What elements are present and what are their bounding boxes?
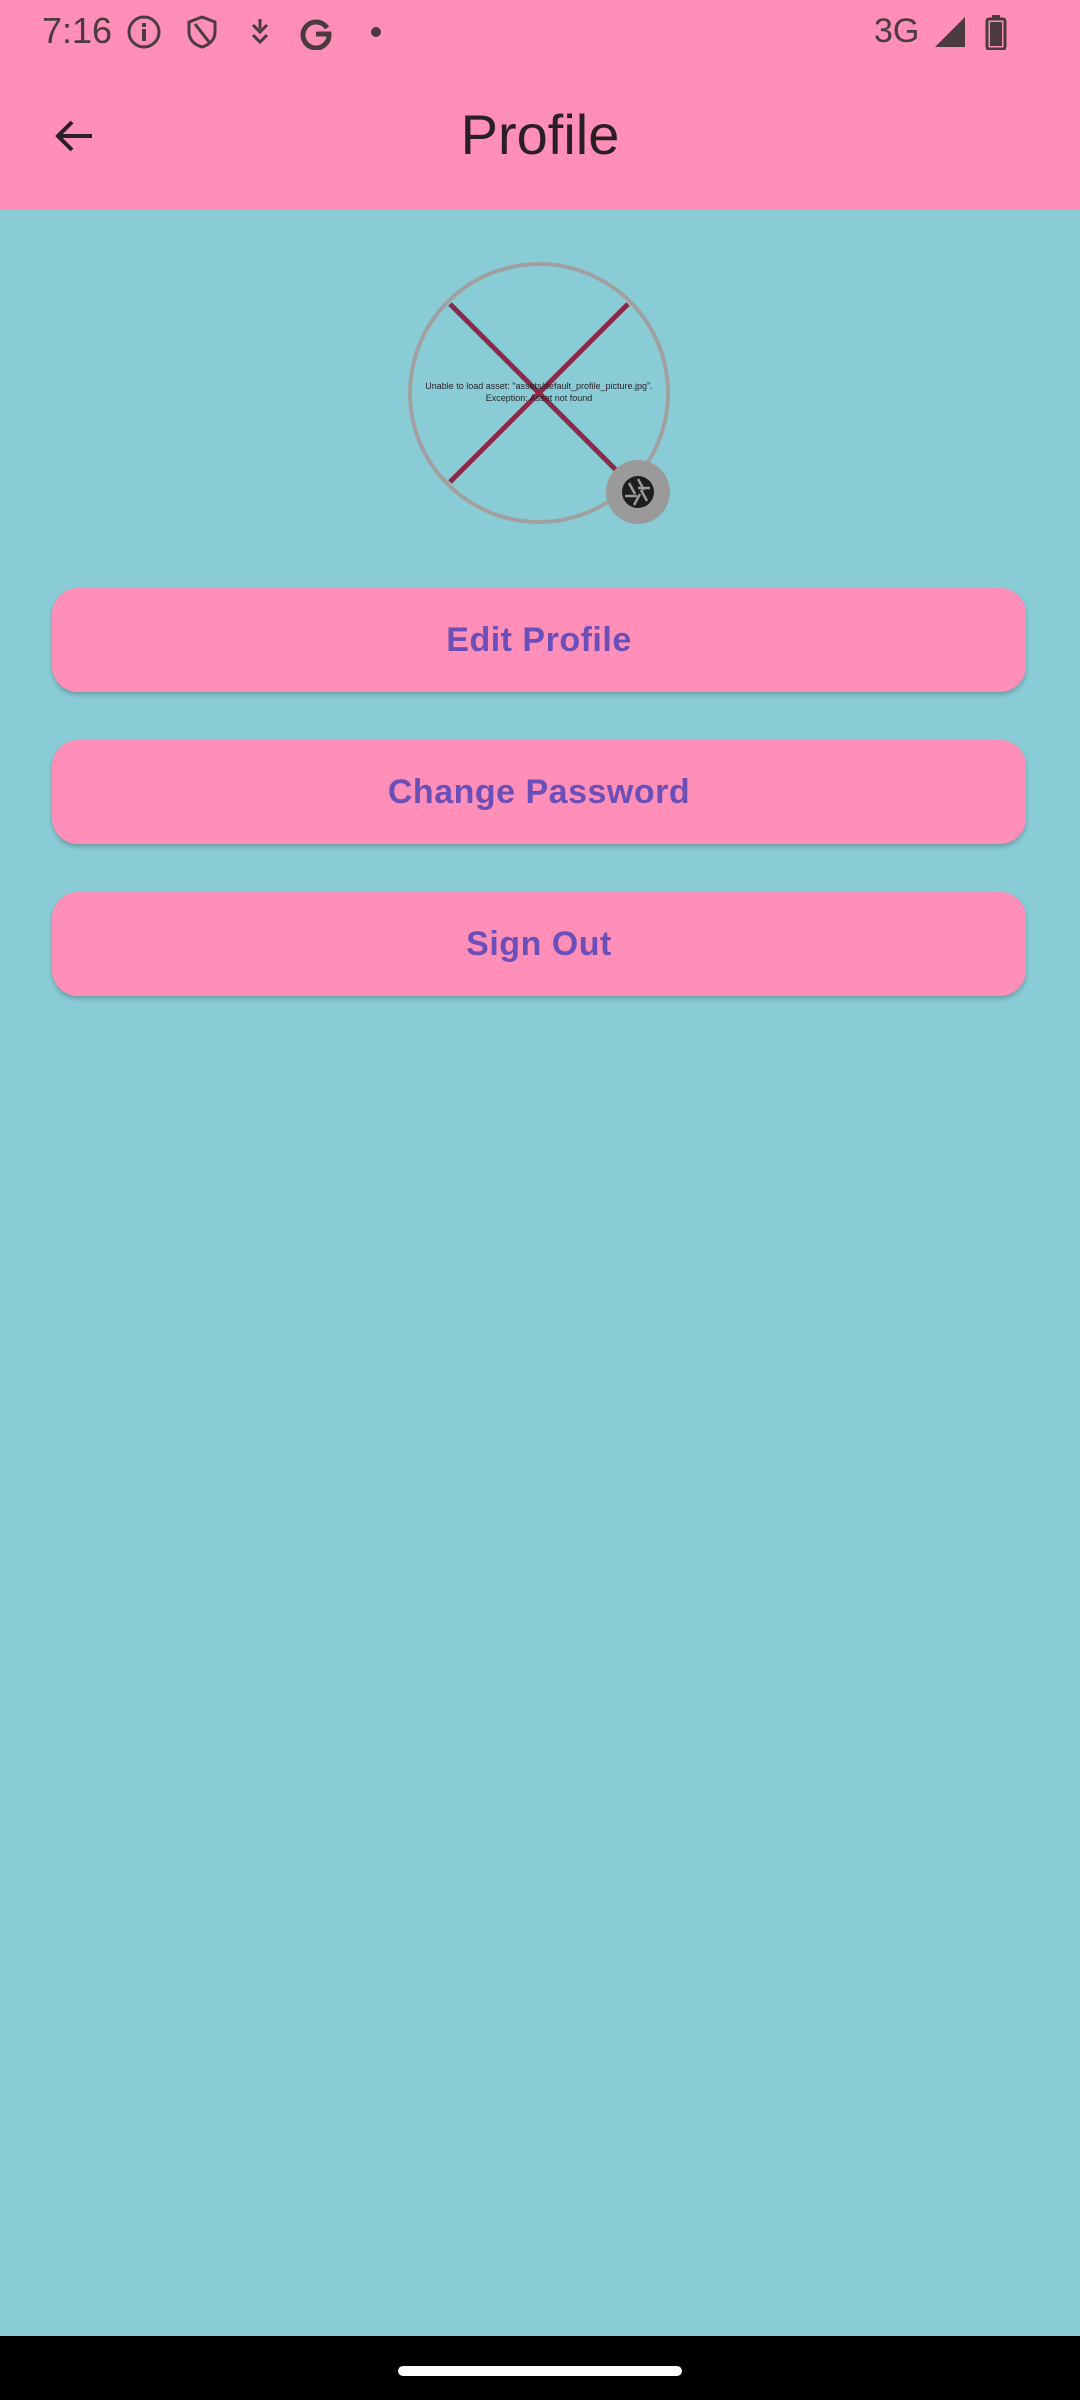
sign-out-button[interactable]: Sign Out <box>52 892 1026 996</box>
sign-out-label: Sign Out <box>466 924 612 963</box>
download-icon <box>240 12 280 52</box>
shield-icon <box>182 12 222 52</box>
camera-aperture-icon <box>622 476 654 508</box>
battery-icon <box>976 12 1016 52</box>
status-time: 7:16 <box>42 10 113 51</box>
dot-icon <box>356 12 396 52</box>
network-type: 3G <box>874 12 920 50</box>
home-indicator[interactable] <box>398 2366 682 2376</box>
edit-profile-button[interactable]: Edit Profile <box>52 588 1026 692</box>
change-photo-button[interactable] <box>606 460 670 524</box>
avatar-error-text: Unable to load asset: "assets/default_pr… <box>412 380 666 404</box>
app-bar: Profile <box>0 62 1080 210</box>
change-password-button[interactable]: Change Password <box>52 740 1026 844</box>
system-nav-bar <box>0 2336 1080 2400</box>
change-password-label: Change Password <box>387 772 691 811</box>
info-icon <box>124 12 164 52</box>
edit-profile-label: Edit Profile <box>446 620 632 659</box>
status-bar: 7:16 3G <box>0 0 1080 62</box>
avatar-error-line1: Unable to load asset: "assets/default_pr… <box>425 381 653 391</box>
page-title: Profile <box>460 103 620 166</box>
signal-icon <box>930 12 970 52</box>
avatar-error-line2: Exception: Asset not found <box>485 393 593 403</box>
google-icon <box>296 12 336 52</box>
